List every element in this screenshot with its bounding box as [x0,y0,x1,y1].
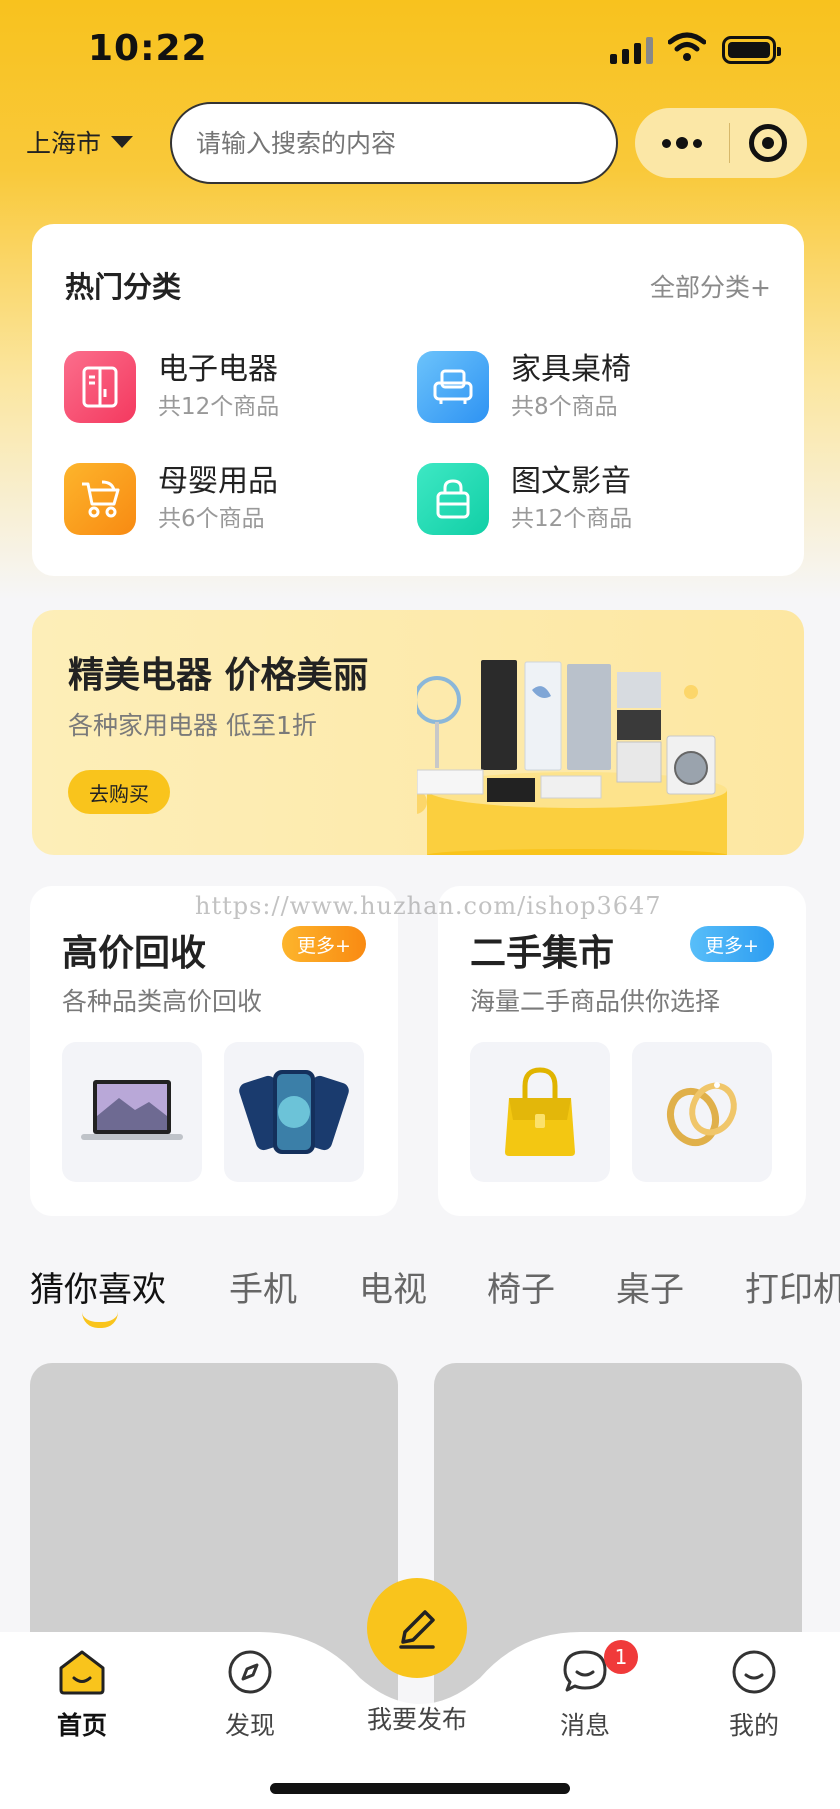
tab-messages-label: 消息 [559,1711,610,1740]
publish-button[interactable] [367,1578,467,1678]
category-name: 电子电器 [158,352,278,387]
category-count: 共8个商品 [511,394,618,420]
watermark-text: https://www.huzhan.com/ishop3647 [195,892,662,920]
category-name: 母婴用品 [158,464,278,499]
rings-icon [666,1082,737,1147]
battery-icon [722,36,781,64]
rings-thumbnail[interactable] [632,1042,772,1182]
dot-icon [662,138,671,148]
banner-subtitle: 各种家用电器 低至1折 [68,711,317,740]
wifi-icon [668,32,706,61]
home-indicator [270,1783,570,1794]
phone-thumbnail[interactable] [224,1042,364,1182]
recycle-title: 高价回收 [62,933,207,974]
tab-desk[interactable]: 桌子 [616,1262,684,1311]
hot-categories-card: 热门分类 全部分类+ 电子电器 共12个商品 家具桌椅 共8个商品 母婴用品 共… [32,224,804,576]
tab-home[interactable]: 首页 [27,1648,137,1742]
recycle-more-button[interactable]: 更多+ [282,926,366,962]
category-item-baby[interactable]: 母婴用品 共6个商品 [64,462,384,536]
more-button[interactable] [635,108,729,178]
laptop-thumbnail[interactable] [62,1042,202,1182]
close-mini-program-button[interactable] [730,108,806,178]
phone-icon [239,1070,349,1154]
promo-banner[interactable]: 精美电器 价格美丽 各种家用电器 低至1折 去购买 [32,610,804,855]
bag-icon [417,463,489,535]
category-name: 家具桌椅 [511,352,631,387]
tab-guess-you-like[interactable]: 猜你喜欢 [30,1262,166,1311]
laptop-icon [81,1080,183,1140]
category-name: 图文影音 [511,464,631,499]
publish-label: 我要发布 [366,1705,467,1734]
tab-discover-label: 发现 [224,1711,275,1740]
category-item-electronics[interactable]: 电子电器 共12个商品 [64,350,384,424]
dot-icon [676,137,688,149]
target-icon [749,124,787,162]
category-count: 共6个商品 [158,506,265,532]
tab-home-label: 首页 [56,1711,107,1740]
search-input[interactable] [170,102,618,184]
handbag-thumbnail[interactable] [470,1042,610,1182]
tab-chair[interactable]: 椅子 [487,1262,555,1311]
buy-button[interactable]: 去购买 [68,770,170,814]
sofa-icon [417,351,489,423]
category-count: 共12个商品 [158,394,280,420]
pencil-icon [399,1610,435,1649]
fridge-icon [64,351,136,423]
market-more-button[interactable]: 更多+ [690,926,774,962]
second-hand-market-card[interactable]: 二手集市 更多+ 海量二手商品供你选择 [438,886,806,1216]
category-item-furniture[interactable]: 家具桌椅 共8个商品 [417,350,737,424]
home-icon [59,1650,105,1695]
signal-icon [610,36,653,64]
dot-icon [693,138,702,148]
compass-icon [228,1650,272,1694]
recycle-subtitle: 各种品类高价回收 [62,987,263,1016]
status-time: 10:22 [88,28,208,69]
handbag-icon [505,1067,575,1156]
category-tabs: 猜你喜欢 手机 电视 椅子 桌子 打印机 [0,1254,840,1334]
tab-phone[interactable]: 手机 [229,1262,297,1311]
market-title: 二手集市 [470,933,615,974]
smiley-icon [732,1650,776,1694]
mini-program-capsule [635,108,807,178]
message-badge: 1 [604,1640,638,1674]
status-bar: 10:22 [0,0,840,100]
tab-mine-label: 我的 [728,1711,779,1740]
recycle-card[interactable]: 高价回收 更多+ 各种品类高价回收 [30,886,398,1216]
active-tab-indicator [82,1312,118,1328]
tab-printer[interactable]: 打印机 [745,1262,840,1311]
all-categories-link[interactable]: 全部分类+ [650,268,771,304]
tab-tv[interactable]: 电视 [359,1262,427,1311]
caret-down-icon [111,136,134,148]
category-item-media[interactable]: 图文影音 共12个商品 [417,462,737,536]
city-selector[interactable]: 上海市 [26,124,134,160]
stroller-icon [64,463,136,535]
appliances-image [417,660,727,855]
banner-title: 精美电器 价格美丽 [68,655,369,696]
category-count: 共12个商品 [511,506,633,532]
tab-mine[interactable]: 我的 [699,1648,809,1742]
tab-discover[interactable]: 发现 [195,1648,305,1742]
city-label: 上海市 [26,129,102,158]
chat-bubble-icon [563,1650,607,1692]
market-subtitle: 海量二手商品供你选择 [470,987,721,1016]
hot-categories-title: 热门分类 [65,270,182,304]
